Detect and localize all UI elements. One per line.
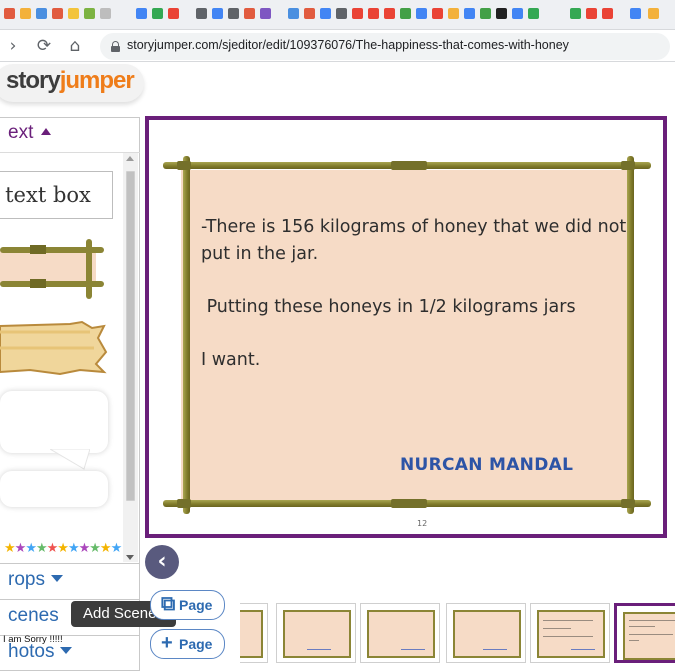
page-thumbnail-selected[interactable] — [614, 603, 675, 663]
page-thumbnails — [240, 599, 675, 671]
browser-toolbar: › ⟳ ⌂ storyjumper.com/sjeditor/edit/1093… — [0, 30, 675, 62]
story-text-box[interactable]: -There is 156 kilograms of honey that we… — [201, 214, 641, 400]
page-thumbnail[interactable] — [446, 603, 526, 663]
chevron-left-icon: ‹ — [157, 549, 167, 574]
author-name[interactable]: NURCAN MANDAL — [400, 455, 573, 475]
scroll-up-icon[interactable] — [126, 156, 134, 161]
bookmark-icon[interactable] — [244, 8, 255, 19]
text-section-label: ext — [8, 122, 34, 143]
left-panel: ext g text box ★★★★★★★★★★★ — [0, 117, 140, 671]
bookmark-icon[interactable] — [336, 8, 347, 19]
story-paragraph: Putting these honeys in 1/2 kilograms ja… — [201, 297, 576, 317]
logo-story-text: story — [6, 67, 61, 94]
previous-page-button[interactable]: ‹ — [145, 545, 179, 579]
speech-bubble-item[interactable] — [0, 471, 108, 507]
address-bar[interactable]: storyjumper.com/sjeditor/edit/109376076/… — [100, 33, 670, 60]
bubble-tail-icon — [50, 449, 90, 470]
bookmark-icon[interactable] — [368, 8, 379, 19]
bookmark-icon[interactable] — [84, 8, 95, 19]
text-section-header[interactable]: ext — [0, 118, 140, 150]
bookmark-icon[interactable] — [570, 8, 581, 19]
bookmark-icon[interactable] — [352, 8, 363, 19]
bamboo-frame-item[interactable] — [0, 237, 112, 301]
bookmark-icon[interactable] — [400, 8, 411, 19]
frame-knot — [177, 161, 191, 170]
frame-knot — [391, 161, 427, 170]
frame-stick — [183, 156, 190, 514]
bookmark-icon[interactable] — [36, 8, 47, 19]
bookmark-icon[interactable] — [228, 8, 239, 19]
book-page[interactable]: -There is 156 kilograms of honey that we… — [145, 116, 667, 538]
bookmark-icon[interactable] — [384, 8, 395, 19]
frame-knot — [177, 499, 191, 508]
bookmark-icon[interactable] — [260, 8, 271, 19]
bookmark-icon[interactable] — [528, 8, 539, 19]
bookmark-icon[interactable] — [602, 8, 613, 19]
page-thumbnail[interactable] — [240, 603, 268, 663]
bookmark-icon[interactable] — [432, 8, 443, 19]
expand-icon — [60, 647, 73, 654]
bookmark-icon[interactable] — [448, 8, 459, 19]
logo-jumper-text: jumper — [59, 67, 135, 94]
bookmark-icon[interactable] — [648, 8, 659, 19]
bookmark-icon[interactable] — [288, 8, 299, 19]
page-thumbnail[interactable] — [360, 603, 440, 663]
plus-icon: + — [161, 632, 173, 654]
scenes-section-label: cenes — [8, 605, 59, 626]
props-section-label: rops — [8, 569, 45, 590]
bookmark-icon[interactable] — [152, 8, 163, 19]
story-paragraph: -There is 156 kilograms of honey that we… — [201, 217, 627, 264]
reload-icon[interactable]: ⟳ — [33, 35, 55, 57]
add-page-button[interactable]: + Page — [150, 629, 225, 659]
app-header: storyjumper — [0, 62, 675, 114]
add-text-box-item[interactable]: g text box — [0, 171, 113, 219]
arrow-left-icon[interactable]: › — [2, 35, 24, 57]
bookmark-icon[interactable] — [100, 8, 111, 19]
frame-knot — [621, 161, 635, 170]
bookmark-icon[interactable] — [416, 8, 427, 19]
bookmark-icon[interactable] — [68, 8, 79, 19]
page-number: 12 — [417, 519, 428, 528]
bookmark-icon[interactable] — [586, 8, 597, 19]
text-items-list: g text box ★★★★★★★★★★★ — [0, 152, 140, 562]
bookmark-icon[interactable] — [320, 8, 331, 19]
story-paragraph: I want. — [201, 350, 261, 370]
bookmark-icon[interactable] — [52, 8, 63, 19]
bookmark-icon[interactable] — [480, 8, 491, 19]
home-icon[interactable]: ⌂ — [64, 35, 86, 57]
bookmark-icon[interactable] — [4, 8, 15, 19]
props-section-header[interactable]: rops — [0, 563, 140, 599]
bookmark-icon[interactable] — [512, 8, 523, 19]
bookmark-icon[interactable] — [20, 8, 31, 19]
bookmarks-bar — [0, 0, 675, 30]
bookmark-icon[interactable] — [496, 8, 507, 19]
frame-knot — [391, 499, 427, 508]
torn-paper-item[interactable] — [0, 318, 112, 378]
left-panel-scrollbar[interactable] — [123, 153, 138, 562]
storyjumper-logo[interactable]: storyjumper — [6, 67, 135, 95]
bookmark-icon[interactable] — [212, 8, 223, 19]
scroll-thumb[interactable] — [126, 171, 135, 501]
lock-icon — [111, 41, 120, 52]
add-page-label: Page — [179, 636, 213, 652]
copy-page-label: Page — [179, 597, 213, 613]
overlay-note: I am Sorry !!!!! — [3, 634, 63, 645]
copy-page-button[interactable]: ⧉ Page — [150, 590, 225, 620]
speech-bubble-item[interactable] — [0, 391, 108, 453]
page-thumbnail[interactable] — [276, 603, 356, 663]
bookmark-icon[interactable] — [630, 8, 641, 19]
url-text[interactable]: storyjumper.com/sjeditor/edit/109376076/… — [127, 38, 569, 52]
collapse-icon — [41, 128, 52, 135]
bookmark-icon[interactable] — [196, 8, 207, 19]
bookmark-icon[interactable] — [136, 8, 147, 19]
bookmark-icon[interactable] — [304, 8, 315, 19]
bookmark-icon[interactable] — [168, 8, 179, 19]
page-thumbnail[interactable] — [530, 603, 610, 663]
star-border-item[interactable]: ★★★★★★★★★★★ — [4, 541, 122, 556]
frame-knot — [621, 499, 635, 508]
expand-icon — [50, 575, 63, 582]
copy-icon: ⧉ — [161, 593, 176, 615]
scroll-down-icon[interactable] — [126, 555, 134, 560]
bookmark-icon[interactable] — [464, 8, 475, 19]
